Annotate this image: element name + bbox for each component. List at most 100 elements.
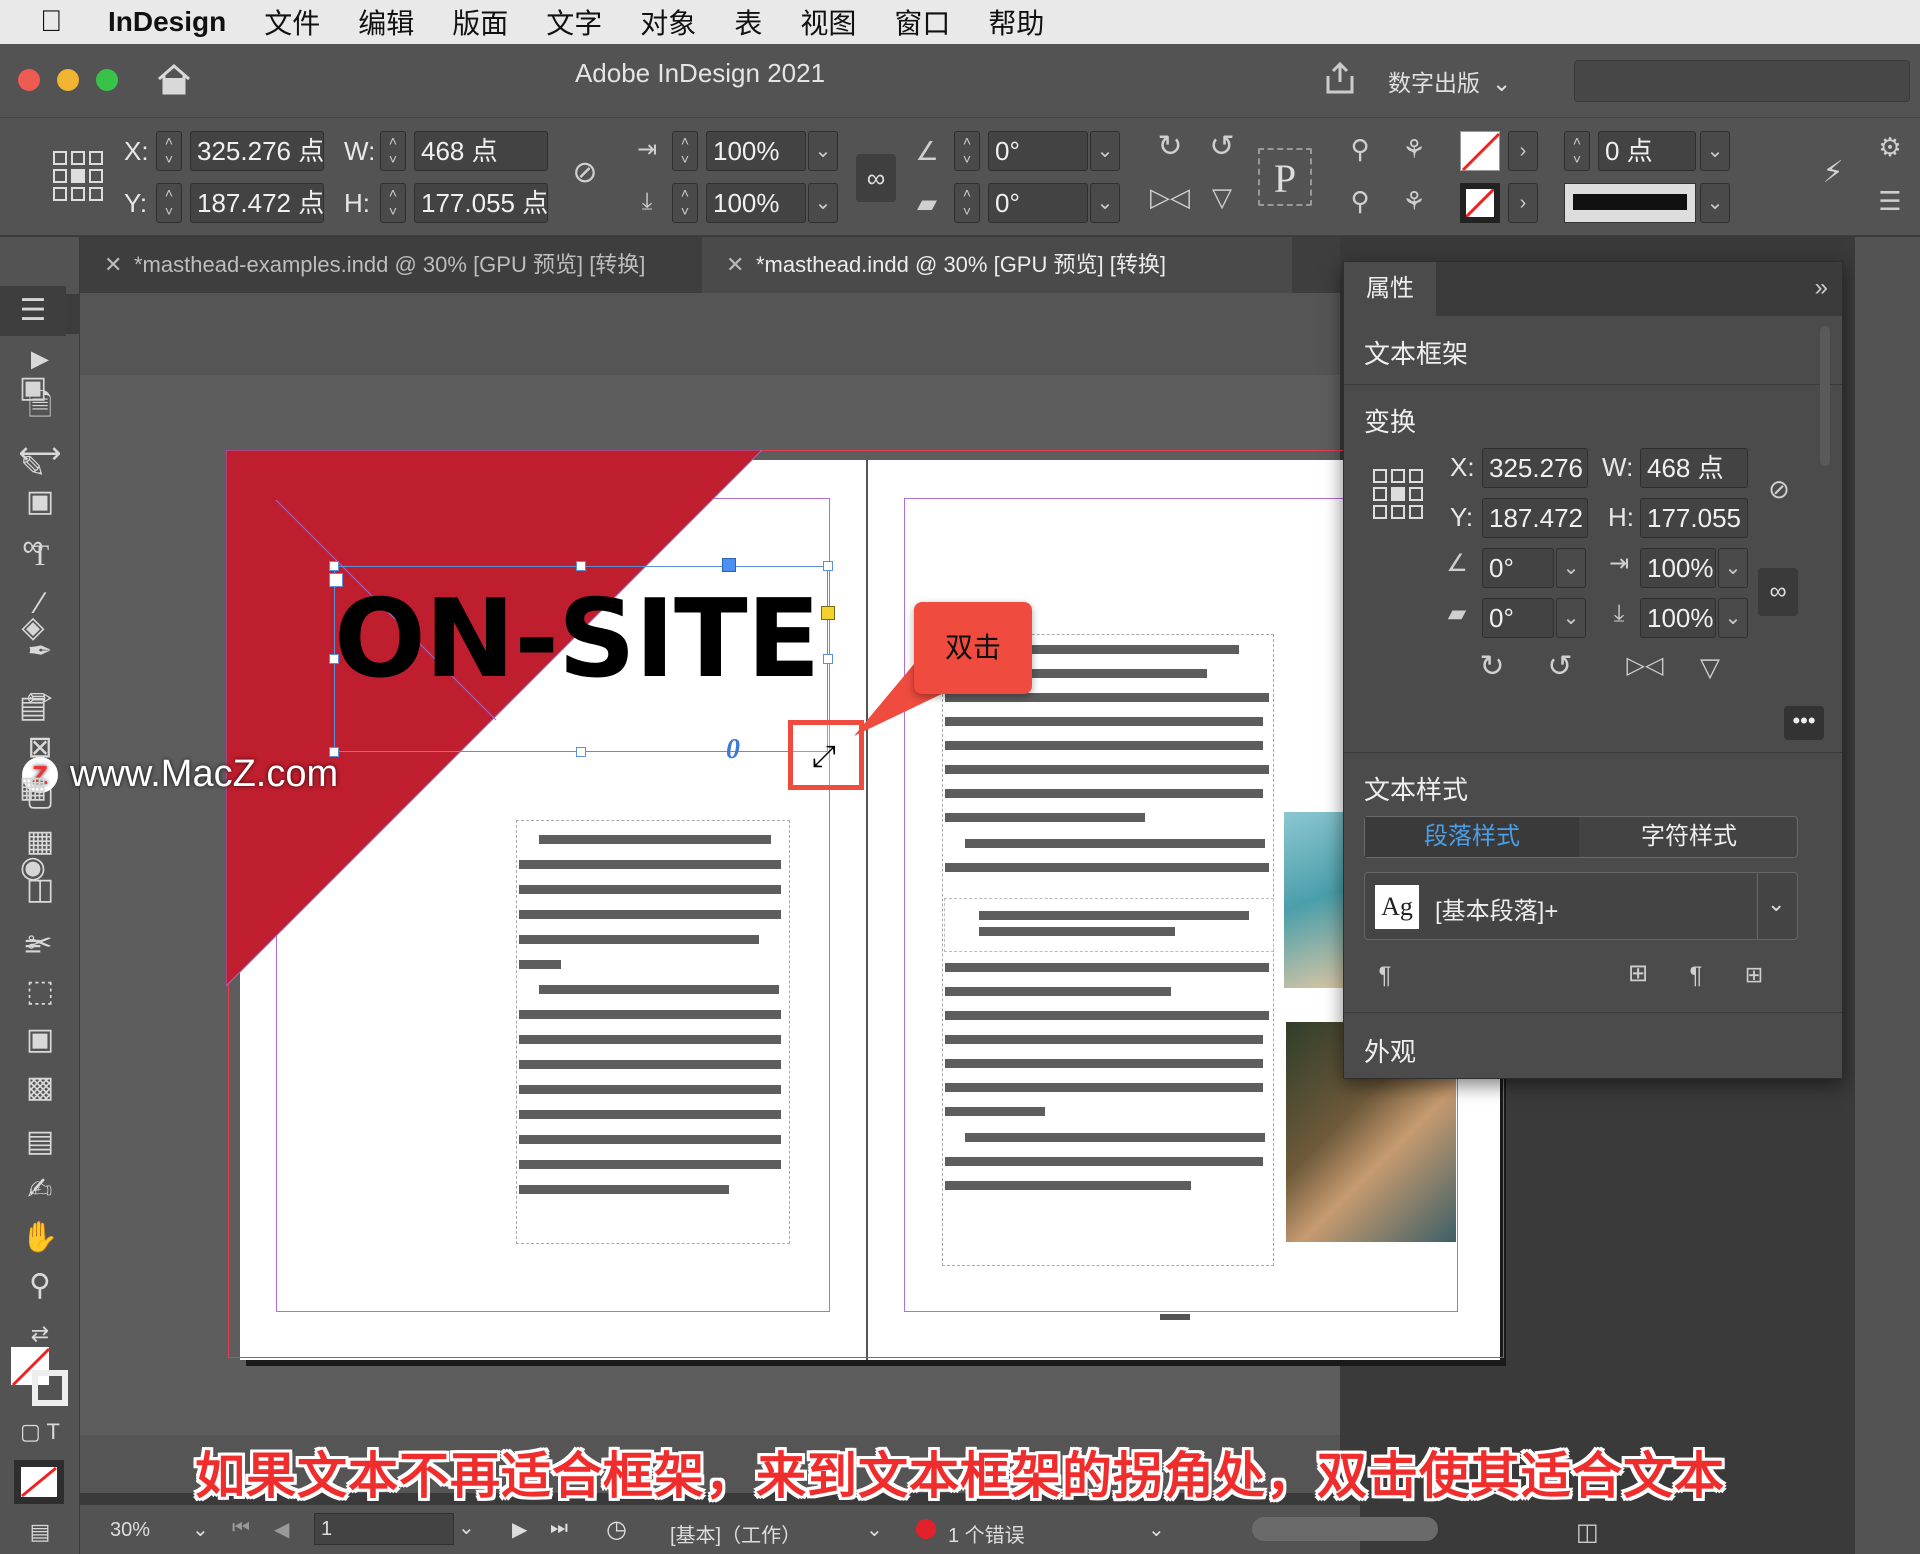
home-icon[interactable]: [156, 62, 192, 101]
scale-x-input[interactable]: 100%: [706, 131, 806, 171]
menu-window[interactable]: 窗口: [894, 2, 950, 42]
frame-handle[interactable]: [576, 561, 586, 571]
menu-object[interactable]: 对象: [640, 2, 696, 42]
rotate-cw-icon[interactable]: ↻: [1150, 132, 1190, 162]
menu-layout[interactable]: 版面: [452, 2, 508, 42]
menu-file[interactable]: 文件: [264, 2, 320, 42]
close-tab-icon[interactable]: ✕: [104, 237, 122, 293]
tab-character-styles[interactable]: 字符样式: [1581, 817, 1797, 857]
zoom-tool-icon[interactable]: ⚲: [0, 1266, 80, 1306]
rotate-cw-icon[interactable]: ↻: [1472, 652, 1512, 682]
select-container-icon[interactable]: ⚲: [1340, 136, 1380, 162]
free-transform-tool-icon[interactable]: ⬚: [0, 972, 80, 1012]
links-panel-icon[interactable]: ∞: [0, 530, 66, 564]
p-glyph-icon[interactable]: P: [1258, 148, 1312, 206]
workspace-switcher[interactable]: 数字出版 ⌄: [1388, 64, 1511, 98]
clear-overrides-icon[interactable]: ¶: [1678, 964, 1714, 988]
pilcrow-icon[interactable]: ¶: [1370, 964, 1400, 988]
link-scale-icon[interactable]: ∞: [1758, 568, 1798, 616]
shear-dropdown[interactable]: ⌄: [1090, 183, 1120, 223]
eyedropper-tool-icon[interactable]: ✍: [0, 1170, 80, 1210]
color-panel-icon[interactable]: ◉: [0, 850, 66, 885]
h-stepper[interactable]: ˄ ˅: [380, 183, 406, 223]
gradient-swatch-tool-icon[interactable]: ▣: [0, 1020, 80, 1060]
layers-panel-icon[interactable]: ◈: [0, 610, 66, 645]
previous-page-icon[interactable]: ◀: [274, 1517, 289, 1542]
error-count[interactable]: 1 个错误: [948, 1519, 1025, 1548]
shear-input[interactable]: 0°: [988, 183, 1088, 223]
y-input[interactable]: 187.472 点: [190, 183, 324, 223]
stroke-swatch-tool[interactable]: [32, 1370, 68, 1406]
stroke-panel-icon[interactable]: ▤: [0, 690, 66, 725]
search-input[interactable]: [1574, 60, 1910, 102]
scale-y-input[interactable]: 100%: [706, 183, 806, 223]
shear-stepper[interactable]: ˄ ˅: [954, 183, 980, 223]
screen-mode-icon[interactable]: ▤: [0, 1512, 80, 1552]
props-shear-input[interactable]: 0°: [1482, 598, 1554, 638]
paragraph-panel-icon[interactable]: ≡: [0, 930, 66, 964]
tab-paragraph-styles[interactable]: 段落样式: [1365, 817, 1579, 857]
paragraph-style-dropdown[interactable]: Ag [基本段落]+ ⌄: [1364, 872, 1798, 940]
props-rotate-dropdown[interactable]: ⌄: [1556, 548, 1586, 588]
fill-dropdown[interactable]: ›: [1508, 131, 1538, 171]
minimize-window-button[interactable]: [57, 69, 79, 91]
gear-icon[interactable]: ⚙: [1872, 134, 1908, 160]
scale-x-stepper[interactable]: ˄ ˅: [672, 131, 698, 171]
collapse-panel-icon[interactable]: »: [1815, 274, 1828, 302]
rotate-input[interactable]: 0°: [988, 131, 1088, 171]
hand-tool-icon[interactable]: ✋: [0, 1218, 80, 1258]
scale-y-stepper[interactable]: ˄ ˅: [672, 183, 698, 223]
apple-icon[interactable]: : [40, 5, 80, 39]
gradient-feather-tool-icon[interactable]: ▩: [0, 1068, 80, 1108]
constrain-proportions-icon[interactable]: ⊘: [1764, 476, 1794, 502]
horizontal-scrollbar[interactable]: [1252, 1517, 1438, 1541]
stroke-type-swatch[interactable]: [1564, 183, 1696, 223]
chevron-down-icon[interactable]: ⌄: [1148, 1517, 1165, 1542]
live-corner-handle[interactable]: [821, 606, 835, 620]
properties-panel-icon[interactable]: ☰: [0, 286, 66, 336]
flip-horizontal-icon[interactable]: ▷◁: [1150, 184, 1190, 210]
frame-handle[interactable]: [823, 561, 833, 571]
preflight-profile[interactable]: [基本]（工作）: [670, 1519, 801, 1548]
props-x-input[interactable]: 325.276: [1482, 448, 1588, 488]
out-port-handle[interactable]: [722, 558, 736, 572]
w-input[interactable]: 468 点: [414, 131, 548, 171]
headline-text[interactable]: ON-SITE: [334, 586, 820, 694]
rotate-ccw-icon[interactable]: ↺: [1540, 652, 1580, 682]
stroke-weight-stepper[interactable]: ˄ ˅: [1564, 131, 1590, 171]
select-previous-icon[interactable]: ⚘: [1394, 136, 1434, 162]
stroke-weight-input[interactable]: 0 点: [1598, 131, 1696, 171]
props-y-input[interactable]: 187.472: [1482, 498, 1588, 538]
content-collector-icon[interactable]: ▣: [0, 482, 80, 522]
preflight-icon[interactable]: ◷: [606, 1515, 627, 1544]
h-input[interactable]: 177.055 点: [414, 183, 548, 223]
props-scale-y-input[interactable]: 100%: [1640, 598, 1716, 638]
flip-vertical-icon[interactable]: ▽: [1690, 654, 1730, 680]
constrain-proportions-icon[interactable]: ⊘: [568, 158, 602, 188]
swatches-panel-icon[interactable]: ▦: [0, 770, 66, 805]
create-style-icon[interactable]: ⊞: [1620, 962, 1656, 986]
frame-handle[interactable]: [823, 654, 833, 664]
first-page-icon[interactable]: ⏮: [232, 1517, 250, 1540]
link-scale-icon[interactable]: ∞: [856, 154, 896, 202]
frame-handle[interactable]: [576, 747, 586, 757]
panel-menu-icon[interactable]: ☰: [1872, 188, 1908, 214]
pull-quote-frame[interactable]: [944, 898, 1274, 952]
flip-vertical-icon[interactable]: ▽: [1202, 184, 1242, 210]
tab-properties[interactable]: 属性: [1344, 262, 1436, 316]
flip-horizontal-icon[interactable]: ▷◁: [1620, 654, 1670, 678]
close-window-button[interactable]: [18, 69, 40, 91]
select-content-icon[interactable]: ⚲: [1340, 188, 1380, 214]
props-h-input[interactable]: 177.055: [1640, 498, 1748, 538]
stroke-weight-dropdown[interactable]: ⌄: [1700, 131, 1730, 171]
frame-handle[interactable]: [329, 654, 339, 664]
add-style-icon[interactable]: ⊞: [1736, 964, 1772, 986]
props-scale-x-input[interactable]: 100%: [1640, 548, 1716, 588]
props-w-input[interactable]: 468 点: [1640, 448, 1748, 488]
props-rotate-input[interactable]: 0°: [1482, 548, 1554, 588]
stroke-dropdown[interactable]: ›: [1508, 183, 1538, 223]
x-input[interactable]: 325.276 点: [190, 131, 324, 171]
close-tab-icon[interactable]: ✕: [726, 237, 744, 293]
rotate-ccw-icon[interactable]: ↺: [1202, 132, 1242, 162]
rotate-dropdown[interactable]: ⌄: [1090, 131, 1120, 171]
